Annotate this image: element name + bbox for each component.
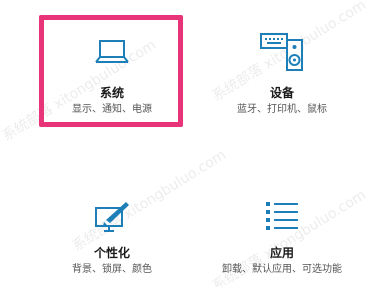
tile-description: 显示、通知、电源 [72, 104, 152, 115]
tile-description: 蓝牙、打印机、鼠标 [237, 104, 327, 115]
tile-description: 卸载、默认应用、可选功能 [222, 264, 342, 275]
tile-personalization[interactable]: 个性化 背景、锁屏、颜色 [37, 188, 187, 287]
tile-title: 个性化 [93, 246, 130, 260]
devices-icon [260, 33, 303, 71]
settings-grid: 系统部落 xitongbuluo.com 系统部落 xitongbuluo.co… [0, 0, 367, 287]
tile-apps[interactable]: 应用 卸载、默认应用、可选功能 [207, 188, 357, 287]
personalization-icon [95, 202, 129, 232]
tile-system[interactable]: 系统 显示、通知、电源 [37, 18, 187, 118]
tile-description: 背景、锁屏、颜色 [72, 264, 152, 275]
tile-title: 应用 [269, 246, 294, 260]
apps-list-icon [266, 202, 298, 230]
laptop-icon [95, 40, 129, 63]
tile-title: 系统 [99, 86, 124, 100]
tile-devices[interactable]: 设备 蓝牙、打印机、鼠标 [207, 18, 357, 118]
tile-title: 设备 [269, 86, 294, 100]
